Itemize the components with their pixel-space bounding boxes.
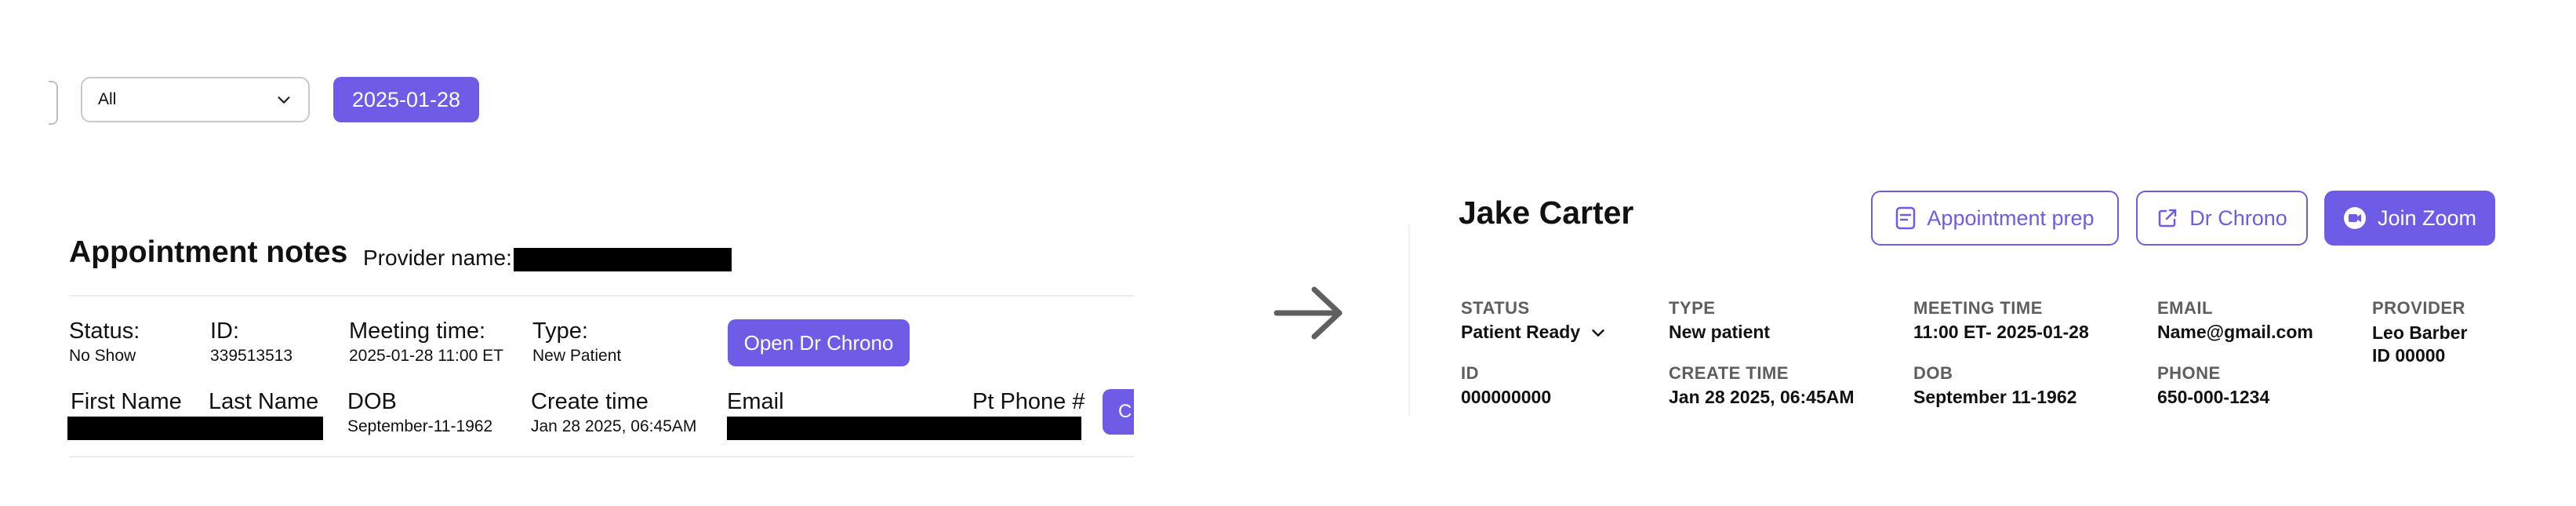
join-zoom-button[interactable]: Join Zoom [2324,191,2495,246]
page-title: Appointment notes [69,235,348,269]
type-value: New patient [1669,322,1771,342]
type-label: Type: [532,319,588,344]
last-name-label: Last Name [209,389,319,414]
chevron-down-icon [278,96,290,104]
chevron-down-icon [1592,329,1604,337]
meeting-time-value: 2025-01-28 11:00 ET [349,347,503,365]
email-value: Name@gmail.com [2157,322,2313,342]
cut-off-button[interactable]: C [1103,389,1134,435]
provider-name: Leo Barber [2372,322,2468,343]
divider [69,456,1134,457]
phone-label: Pt Phone # [972,389,1085,414]
cut-off-button-label: C [1118,401,1132,422]
arrow-right-icon [1273,286,1342,340]
divider [69,295,1134,297]
email-phone-redaction [727,417,1081,440]
video-camera-icon [2343,207,2366,229]
create-time-value: Jan 28 2025, 06:45AM [1669,387,1855,407]
type-label: TYPE [1669,298,1716,318]
name-redaction [67,417,323,440]
id-label: ID [1461,363,1479,383]
external-link-icon [2158,209,2177,228]
dob-label: DOB [347,389,397,414]
meeting-time-label: MEETING TIME [1913,298,2043,318]
email-label: EMAIL [2157,298,2213,318]
appointment-prep-button[interactable]: Appointment prep [1871,191,2119,246]
first-name-label: First Name [71,389,182,414]
id-value: 339513513 [210,347,293,365]
status-label: Status: [69,319,140,344]
provider-name-redaction [514,248,732,271]
dob-value: September-11-1962 [347,417,493,435]
status-value: Patient Ready [1461,322,1581,342]
dob-value: September 11-1962 [1913,387,2077,407]
meeting-time-label: Meeting time: [349,319,486,344]
divider [1408,224,1410,416]
cut-off-control[interactable] [49,81,58,125]
filter-select[interactable]: All [81,77,310,122]
meeting-time-value: 11:00 ET- 2025-01-28 [1913,322,2089,342]
create-time-label: Create time [531,389,649,414]
filter-select-value: All [98,90,117,108]
id-value: 000000000 [1461,387,1552,407]
create-time-value: Jan 28 2025, 06:45AM [531,417,697,435]
provider-name-label: Provider name: [363,246,512,270]
dob-label: DOB [1913,363,1953,383]
create-time-label: CREATE TIME [1669,363,1789,383]
provider-id: ID 00000 [2372,345,2446,366]
status-dropdown[interactable]: Patient Ready [1461,321,1607,344]
join-zoom-label: Join Zoom [2377,206,2477,230]
phone-label: PHONE [2157,363,2221,383]
phone-value: 650-000-1234 [2157,387,2270,407]
appointment-prep-label: Appointment prep [1927,206,2095,230]
document-icon [1896,206,1916,230]
dr-chrono-label: Dr Chrono [2189,206,2287,230]
id-label: ID: [210,319,240,344]
status-value: No Show [69,347,136,365]
patient-name: Jake Carter [1459,195,1634,231]
type-value: New Patient [532,347,622,365]
dr-chrono-button[interactable]: Dr Chrono [2136,191,2308,246]
provider-label: PROVIDER [2372,298,2465,318]
status-label: STATUS [1461,298,1530,318]
open-dr-chrono-button[interactable]: Open Dr Chrono [728,319,910,366]
email-label: Email [727,389,784,414]
date-button[interactable]: 2025-01-28 [333,77,479,122]
